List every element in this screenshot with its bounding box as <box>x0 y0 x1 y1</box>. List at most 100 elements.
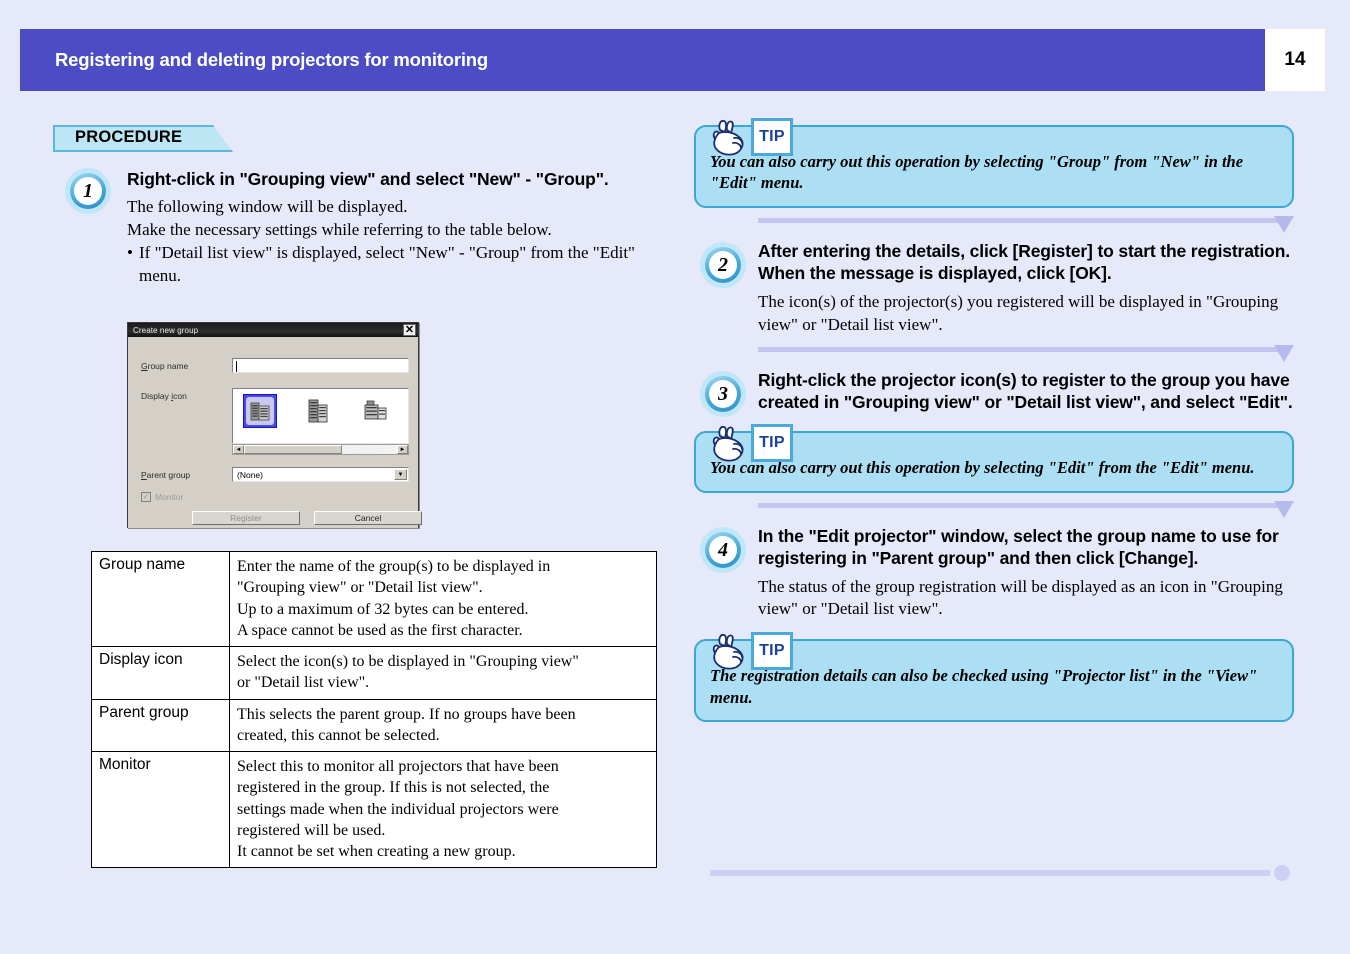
table-cell-key: Display icon <box>91 646 230 700</box>
pointing-hand-icon <box>706 631 750 673</box>
display-icon-label: Display icon <box>141 391 187 401</box>
procedure-label: PROCEDURE <box>75 128 183 146</box>
step-3-number-circle: 3 <box>700 370 746 417</box>
tip-text: The registration details can also be che… <box>710 666 1258 707</box>
table-value-line: created, this cannot be selected. <box>237 726 440 744</box>
step-2-number: 2 <box>718 253 728 276</box>
step-1: 1 Right-click in "Grouping view" and sel… <box>53 168 673 288</box>
table-row: Group name Enter the name of the group(s… <box>91 550 657 648</box>
separator-line <box>758 346 1278 352</box>
pointing-hand-icon <box>706 423 750 465</box>
table-value-line: registered in the group. If this is not … <box>237 779 550 797</box>
icon-panel-scrollbar[interactable]: ◄ ► <box>232 444 409 455</box>
table-cell-key: Group name <box>91 550 230 648</box>
tip-box-2: TIP You can also carry out this operatio… <box>694 424 1294 493</box>
step-3-number: 3 <box>718 382 728 405</box>
bottom-decoration <box>710 865 1290 881</box>
table-cell-value: This selects the parent group. If no gro… <box>229 698 657 753</box>
step-3-title: Right-click the projector icon(s) to reg… <box>758 369 1293 412</box>
scrollbar-thumb[interactable] <box>244 445 342 454</box>
step-4-number: 4 <box>718 538 728 561</box>
right-column: TIP You can also carry out this operatio… <box>694 118 1294 726</box>
table-value-line: settings made when the individual projec… <box>237 800 559 818</box>
dialog-title: Create new group <box>133 325 199 335</box>
parent-group-value: (None) <box>237 469 263 480</box>
chevron-down-icon[interactable]: ▼ <box>394 469 407 480</box>
step-4: 4 In the "Edit projector" window, select… <box>694 525 1294 622</box>
section-separator <box>694 214 1294 236</box>
page-header-bar: Registering and deleting projectors for … <box>20 29 1265 91</box>
monitor-checkbox[interactable]: ✓ Monitor <box>141 492 183 502</box>
group-name-input[interactable] <box>232 358 409 373</box>
create-new-group-dialog: Create new group ✕ Group name Display ic… <box>127 322 422 528</box>
scroll-left-arrow-icon[interactable]: ◄ <box>233 445 244 454</box>
tip-text: You can also carry out this operation by… <box>710 152 1244 193</box>
dialog-body: Group name Display icon ◄ ► Parent group… <box>128 337 422 528</box>
table-value-line: "Grouping view" or "Detail list view". <box>237 579 483 597</box>
scrollbar-track[interactable] <box>342 445 397 454</box>
parent-group-label: Parent group <box>141 470 191 480</box>
left-column: PROCEDURE 1 Right-click in "Grouping vie… <box>53 125 673 288</box>
page-title: Registering and deleting projectors for … <box>55 49 488 70</box>
step-1-title: Right-click in "Grouping view" and selec… <box>127 169 609 189</box>
step-2-body: The icon(s) of the projector(s) you regi… <box>758 291 1279 334</box>
separator-line <box>758 217 1278 223</box>
settings-table: Group name Enter the name of the group(s… <box>91 550 657 869</box>
step-1-number-circle: 1 <box>65 168 111 214</box>
building-icon-1[interactable] <box>243 394 277 428</box>
table-row: Display icon Select the icon(s) to be di… <box>91 646 657 700</box>
scroll-right-arrow-icon[interactable]: ► <box>397 445 408 454</box>
tip-badge-3: TIP <box>751 632 793 671</box>
step-1-number: 1 <box>83 180 93 202</box>
step-4-number-circle: 4 <box>700 526 746 573</box>
display-icon-panel[interactable] <box>232 388 409 444</box>
separator-line <box>758 502 1278 508</box>
building-icon-2[interactable] <box>303 396 333 426</box>
table-row: Monitor Select this to monitor all proje… <box>91 751 657 869</box>
group-name-label: Group name <box>141 361 189 371</box>
table-cell-key: Monitor <box>91 751 230 869</box>
close-icon[interactable]: ✕ <box>403 324 416 336</box>
register-button[interactable]: Register <box>192 511 300 525</box>
separator-triangle-icon <box>1274 344 1294 362</box>
table-value-line: Select this to monitor all projectors th… <box>237 758 559 776</box>
monitor-checkbox-label: Monitor <box>155 492 184 502</box>
building-icon-3[interactable] <box>361 396 391 426</box>
decoration-bar <box>710 870 1270 876</box>
table-cell-value: Select the icon(s) to be displayed in "G… <box>229 646 657 700</box>
checkbox-check-icon: ✓ <box>141 492 151 502</box>
text-caret <box>236 361 237 372</box>
table-cell-value: Select this to monitor all projectors th… <box>229 751 657 869</box>
step-1-body-line-1: The following window will be displayed. <box>127 197 408 217</box>
parent-group-select[interactable]: (None) ▼ <box>232 467 409 482</box>
table-value-line: Enter the name of the group(s) to be dis… <box>237 558 551 575</box>
table-cell-value: Enter the name of the group(s) to be dis… <box>229 550 657 648</box>
step-1-body: The following window will be displayed. … <box>127 196 673 288</box>
table-value-line: Select the icon(s) to be displayed in "G… <box>237 653 579 671</box>
page-number-box: 14 <box>1265 29 1325 91</box>
tip-box-1: TIP You can also carry out this operatio… <box>694 118 1294 208</box>
table-value-line: A space cannot be used as the first char… <box>237 621 523 639</box>
dialog-titlebar: Create new group ✕ <box>128 323 418 337</box>
table-value-line: registered will be used. <box>237 821 386 839</box>
table-value-line: It cannot be set when creating a new gro… <box>237 843 516 861</box>
table-value-line: This selects the parent group. If no gro… <box>237 705 576 723</box>
tip-text: You can also carry out this operation by… <box>710 458 1255 478</box>
step-4-title: In the "Edit projector" window, select t… <box>758 525 1279 569</box>
tip-badge-1: TIP <box>751 118 793 156</box>
table-cell-key: Parent group <box>91 698 230 753</box>
step-2: 2 After entering the details, click [Reg… <box>694 240 1294 337</box>
procedure-banner: PROCEDURE <box>53 125 233 152</box>
step-4-body: The status of the group registration wil… <box>758 576 1283 619</box>
step-2-number-circle: 2 <box>700 241 746 288</box>
table-row: Parent group This selects the parent gro… <box>91 698 657 753</box>
page-number: 14 <box>1284 49 1306 70</box>
cancel-button[interactable]: Cancel <box>314 511 422 525</box>
section-separator <box>694 499 1294 521</box>
step-1-body-bullet: If "Detail list view" is displayed, sele… <box>127 242 673 288</box>
tip-badge-2: TIP <box>751 424 793 463</box>
tip-badge-label: TIP <box>759 642 785 660</box>
section-separator <box>694 343 1294 365</box>
separator-triangle-icon <box>1274 215 1294 233</box>
table-value-line: Up to a maximum of 32 bytes can be enter… <box>237 600 529 618</box>
